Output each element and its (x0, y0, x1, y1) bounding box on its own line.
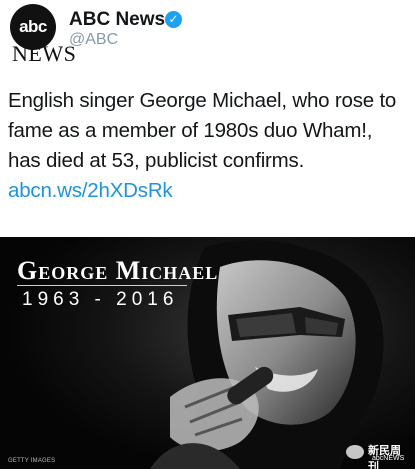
news-wordmark: NEWS (12, 41, 77, 66)
caption-divider (17, 285, 187, 286)
tweet-body: English singer George Michael, who rose … (8, 89, 397, 172)
photo-caption-name: George Michael (17, 256, 219, 285)
watermark: 新民周刊 abcNEWS (346, 442, 410, 469)
photo-credit: GETTY IMAGES (8, 458, 56, 464)
wechat-icon (346, 445, 364, 459)
account-handle[interactable]: @ABC (69, 31, 118, 49)
tweet-media-image[interactable]: George Michael 1963 - 2016 GETTY IMAGES … (0, 237, 415, 469)
avatar[interactable]: abc NEWS (6, 4, 76, 66)
tweet-text: English singer George Michael, who rose … (8, 86, 410, 206)
photo-caption-years: 1963 - 2016 (22, 289, 179, 310)
tweet-header: abc NEWS ABC News ✓ @ABC (0, 0, 415, 72)
verified-check-icon: ✓ (165, 11, 182, 28)
watermark-subtitle: abcNEWS (372, 455, 405, 462)
tweet-link[interactable]: abcn.ws/2hXDsRk (8, 179, 173, 202)
account-name[interactable]: ABC News (69, 9, 165, 31)
